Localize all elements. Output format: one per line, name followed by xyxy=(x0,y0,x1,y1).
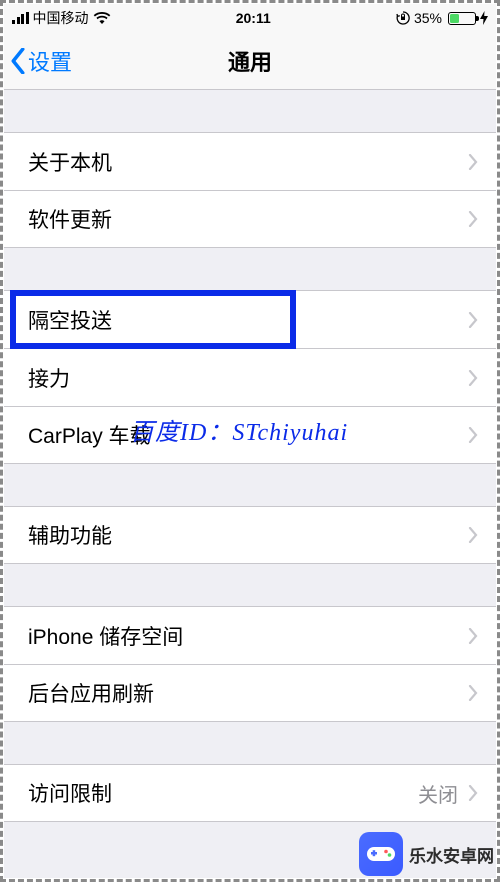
cell-restrictions[interactable]: 访问限制 关闭 xyxy=(4,764,496,822)
cell-label: 接力 xyxy=(28,363,70,393)
cell-accessibility[interactable]: 辅助功能 xyxy=(4,506,496,564)
cell-label: CarPlay 车载 xyxy=(28,420,151,450)
settings-group: 隔空投送 接力 CarPlay 车载 xyxy=(4,290,496,464)
chevron-right-icon xyxy=(468,312,478,328)
cell-background-refresh[interactable]: 后台应用刷新 xyxy=(4,664,496,722)
cell-label: 隔空投送 xyxy=(28,305,112,335)
cell-label: iPhone 储存空间 xyxy=(28,621,183,651)
cell-storage[interactable]: iPhone 储存空间 xyxy=(4,606,496,664)
chevron-right-icon xyxy=(468,527,478,543)
gamepad-icon xyxy=(359,832,403,876)
cell-label: 辅助功能 xyxy=(28,520,112,550)
cell-label: 软件更新 xyxy=(28,204,112,234)
cell-software-update[interactable]: 软件更新 xyxy=(4,190,496,248)
wifi-icon xyxy=(93,12,111,25)
cellular-signal-icon xyxy=(12,12,29,24)
chevron-right-icon xyxy=(468,427,478,443)
cell-carplay[interactable]: CarPlay 车载 xyxy=(4,406,496,464)
battery-icon xyxy=(448,12,476,25)
settings-list[interactable]: 关于本机 软件更新 隔空投送 接力 xyxy=(4,90,496,878)
status-right: 35% xyxy=(396,10,488,26)
cell-handoff[interactable]: 接力 xyxy=(4,348,496,406)
status-bar: 中国移动 20:11 35% xyxy=(4,4,496,32)
nav-bar: 设置 通用 xyxy=(4,32,496,90)
cell-value: 关闭 xyxy=(418,779,458,808)
chevron-right-icon xyxy=(468,370,478,386)
chevron-right-icon xyxy=(468,211,478,227)
settings-group: 访问限制 关闭 xyxy=(4,764,496,822)
settings-group: 辅助功能 xyxy=(4,506,496,564)
chevron-right-icon xyxy=(468,785,478,801)
orientation-lock-icon xyxy=(396,11,410,25)
charging-icon xyxy=(480,11,488,25)
watermark-logo-text: 乐水安卓网 xyxy=(409,842,494,867)
carrier-label: 中国移动 xyxy=(33,8,89,28)
chevron-right-icon xyxy=(468,628,478,644)
status-time: 20:11 xyxy=(236,10,271,26)
cell-label: 后台应用刷新 xyxy=(28,678,154,708)
cell-airdrop[interactable]: 隔空投送 xyxy=(4,290,496,348)
status-left: 中国移动 xyxy=(12,8,111,28)
watermark-logo: 乐水安卓网 xyxy=(359,832,494,876)
cell-about[interactable]: 关于本机 xyxy=(4,132,496,190)
cell-label: 访问限制 xyxy=(28,778,112,808)
chevron-right-icon xyxy=(468,154,478,170)
settings-group: 关于本机 软件更新 xyxy=(4,132,496,248)
battery-percent: 35% xyxy=(414,10,442,26)
cell-label: 关于本机 xyxy=(28,147,112,177)
chevron-right-icon xyxy=(468,685,478,701)
page-title: 通用 xyxy=(4,45,496,77)
settings-group: iPhone 储存空间 后台应用刷新 xyxy=(4,606,496,722)
